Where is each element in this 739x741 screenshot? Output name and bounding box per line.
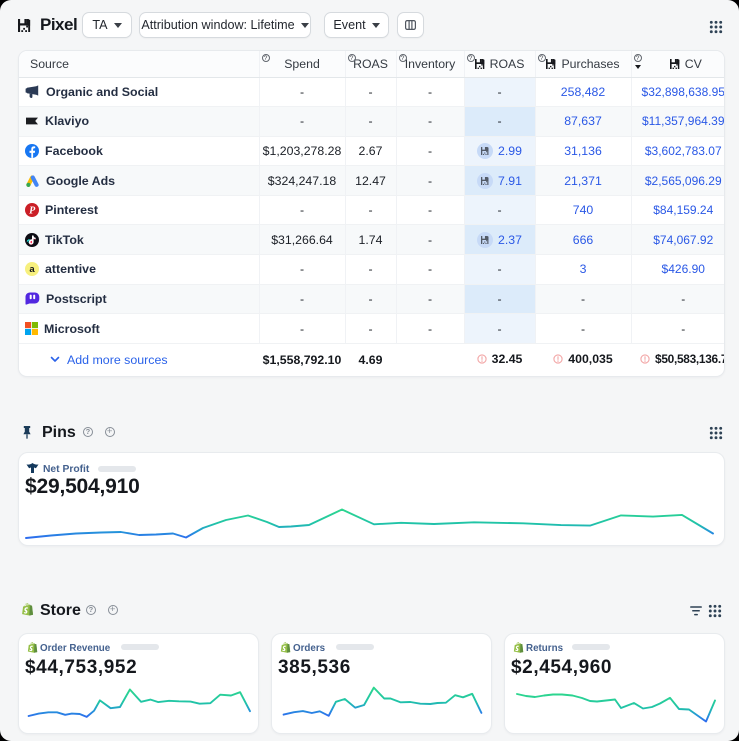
svg-text:P: P xyxy=(29,206,36,217)
svg-text:a: a xyxy=(29,265,35,276)
